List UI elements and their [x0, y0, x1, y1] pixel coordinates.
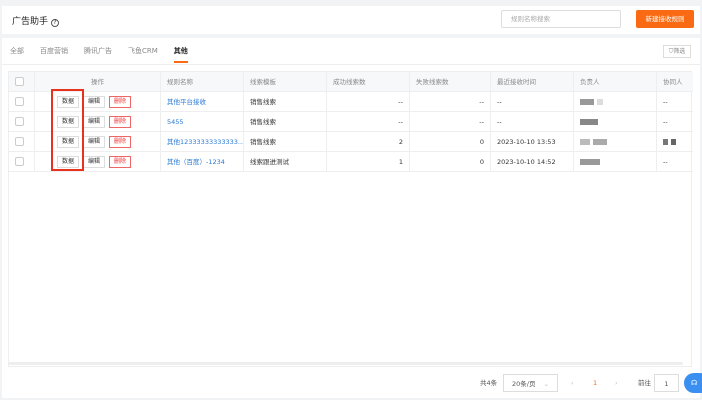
table-row: 数据 编辑 删除 其他平台接收 销售线索 -- -- -- -- — [9, 92, 693, 112]
header: 广告助手? 规则名称搜索 新建接收规则 — [2, 6, 700, 34]
last-received-time: -- — [491, 92, 574, 112]
table-header: 操作 规则名称 线索模板 成功线索数 失败线索数 最近接收时间 负责人 协同人 — [9, 72, 693, 92]
col-fail: 失败线索数 — [410, 72, 491, 92]
total-count: 共4条 — [480, 379, 498, 387]
rule-name-link[interactable]: 5455 — [161, 112, 244, 132]
fail-count: -- — [410, 112, 491, 132]
owner-avatar-blur — [597, 99, 603, 105]
customer-service-icon[interactable]: ☊ — [684, 373, 702, 393]
col-success: 成功线索数 — [327, 72, 410, 92]
page-title: 广告助手? — [12, 14, 60, 27]
collaborator: -- — [663, 118, 668, 126]
rule-name-link[interactable]: 其他12333333333333... — [161, 132, 244, 152]
owner-avatar-blur — [593, 139, 607, 145]
horizontal-scrollbar[interactable] — [8, 362, 683, 365]
owner — [574, 112, 657, 132]
success-count: 1 — [327, 152, 410, 172]
divider — [2, 64, 700, 65]
edit-button[interactable]: 编辑 — [83, 96, 106, 108]
tab-other[interactable]: 其他 — [173, 43, 188, 63]
table-row: 数据 编辑 删除 5455 销售线索 -- -- -- -- — [9, 112, 693, 132]
success-count: -- — [327, 112, 410, 132]
tab-all[interactable]: 全部 — [10, 43, 24, 63]
page-size-select[interactable]: 20条/页 ⌄ — [503, 374, 558, 392]
rule-name-link[interactable]: 其他平台接收 — [161, 92, 244, 112]
table-row: 数据 编辑 删除 其他（百度）-1234 线索跟进测试 1 0 2023-10-10… — [9, 152, 693, 172]
collaborator — [657, 132, 693, 152]
fail-count: 0 — [410, 152, 491, 172]
last-received-time: 2023-10-10 13:53 — [491, 132, 574, 152]
row-checkbox[interactable] — [15, 137, 24, 146]
tab-bar: 全部 百度营销 腾讯广告 飞鱼CRM 其他 — [10, 43, 188, 63]
delete-button[interactable]: 删除 — [109, 136, 132, 148]
owner-avatar-blur — [580, 159, 600, 165]
template: 销售线索 — [244, 132, 327, 152]
collab-blur — [663, 139, 668, 145]
col-time: 最近接收时间 — [491, 72, 574, 92]
delete-button[interactable]: 删除 — [109, 116, 132, 128]
owner — [574, 132, 657, 152]
tab-feiyu[interactable]: 飞鱼CRM — [128, 43, 158, 63]
col-owner: 负责人 — [574, 72, 657, 92]
edit-button[interactable]: 编辑 — [83, 136, 106, 148]
collaborator: -- — [663, 158, 668, 166]
owner-avatar-blur — [580, 139, 590, 145]
row-checkbox[interactable] — [15, 117, 24, 126]
rule-name-link[interactable]: 其他（百度）-1234 — [161, 152, 244, 172]
row-checkbox[interactable] — [15, 97, 24, 106]
delete-button[interactable]: 删除 — [109, 156, 132, 168]
template: 销售线索 — [244, 112, 327, 132]
col-template: 线索模板 — [244, 72, 327, 92]
table-row: 数据 编辑 删除 其他12333333333333... 销售线索 2 0 2023… — [9, 132, 693, 152]
main-card: 全部 百度营销 腾讯广告 飞鱼CRM 其他 ⛉筛选 操作 规则名称 线索模板 成… — [2, 38, 700, 398]
next-page-button[interactable]: › — [615, 374, 618, 392]
current-page[interactable]: 1 — [593, 374, 597, 392]
template: 线索跟进测试 — [244, 152, 327, 172]
chevron-down-icon: ⌄ — [543, 380, 549, 388]
edit-button[interactable]: 编辑 — [83, 116, 106, 128]
success-count: 2 — [327, 132, 410, 152]
prev-page-button[interactable]: ‹ — [571, 374, 574, 392]
owner — [574, 152, 657, 172]
new-rule-button[interactable]: 新建接收规则 — [636, 10, 694, 28]
fail-count: 0 — [410, 132, 491, 152]
highlight-box — [51, 89, 84, 171]
help-icon[interactable]: ? — [51, 19, 60, 27]
collab-blur — [671, 139, 676, 145]
row-checkbox[interactable] — [15, 157, 24, 166]
owner — [574, 92, 657, 112]
collaborator: -- — [663, 98, 668, 106]
edit-button[interactable]: 编辑 — [83, 156, 106, 168]
filter-button[interactable]: ⛉筛选 — [663, 45, 691, 58]
owner-avatar-blur — [580, 119, 598, 125]
last-received-time: -- — [491, 112, 574, 132]
col-name: 规则名称 — [161, 72, 244, 92]
tab-baidu[interactable]: 百度营销 — [40, 43, 68, 63]
success-count: -- — [327, 92, 410, 112]
goto-label: 前往 — [638, 379, 651, 387]
rules-table: 操作 规则名称 线索模板 成功线索数 失败线索数 最近接收时间 负责人 协同人 … — [8, 71, 693, 367]
search-input[interactable]: 规则名称搜索 — [501, 10, 621, 28]
goto-page-input[interactable]: 1 — [654, 374, 679, 392]
tab-tencent[interactable]: 腾讯广告 — [84, 43, 112, 63]
template: 销售线索 — [244, 92, 327, 112]
col-collab: 协同人 — [663, 78, 683, 86]
select-all-checkbox[interactable] — [15, 77, 24, 86]
owner-avatar-blur — [580, 99, 594, 105]
fail-count: -- — [410, 92, 491, 112]
delete-button[interactable]: 删除 — [109, 96, 132, 108]
last-received-time: 2023-10-10 14:52 — [491, 152, 574, 172]
